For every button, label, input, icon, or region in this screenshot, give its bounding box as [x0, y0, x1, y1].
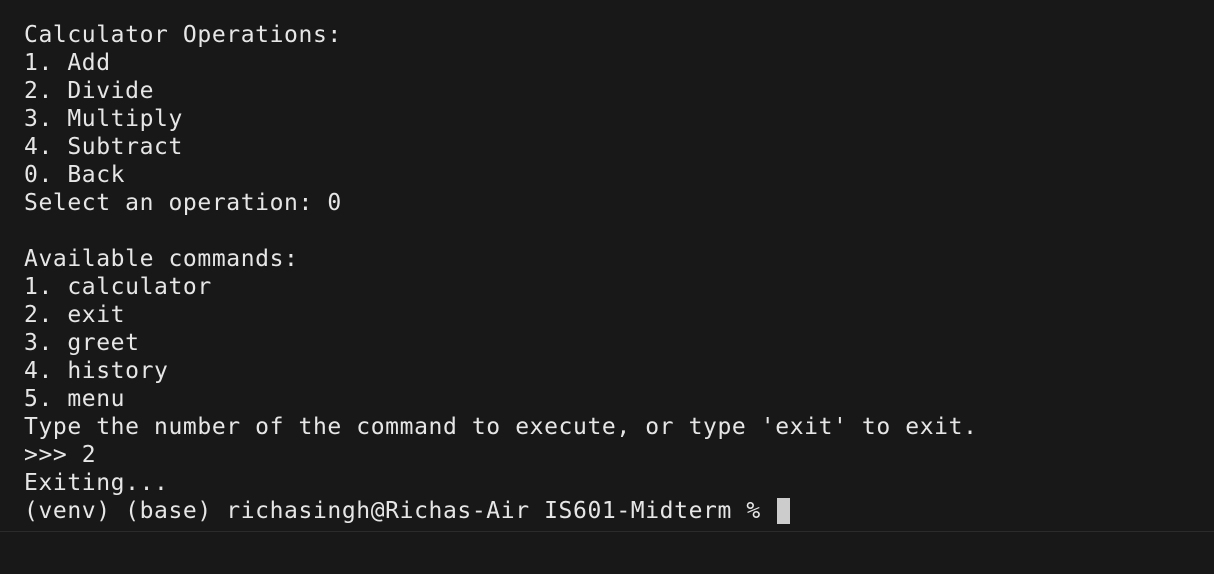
terminal-line: 3. Multiply	[24, 106, 183, 132]
terminal-line: 0. Back	[24, 162, 126, 188]
terminal-line: 1. Add	[24, 50, 111, 76]
terminal-line: >>> 2	[24, 442, 97, 468]
terminal-line: 2. Divide	[24, 78, 155, 104]
panel-divider	[0, 531, 1214, 532]
terminal-line: 4. Subtract	[24, 134, 183, 160]
terminal-line: Type the number of the command to execut…	[24, 414, 978, 440]
terminal-line: 3. greet	[24, 330, 140, 356]
terminal-line: Exiting...	[24, 470, 169, 496]
terminal-line: 1. calculator	[24, 274, 212, 300]
terminal-line: 5. menu	[24, 386, 126, 412]
terminal-line: 4. history	[24, 358, 169, 384]
shell-prompt-line[interactable]: (venv) (base) richasingh@Richas-Air IS60…	[24, 497, 978, 525]
terminal-line: 2. exit	[24, 302, 126, 328]
text-cursor	[777, 498, 791, 524]
shell-prompt: (venv) (base) richasingh@Richas-Air IS60…	[24, 498, 776, 524]
terminal-line: Available commands:	[24, 246, 299, 272]
terminal-line: Select an operation: 0	[24, 190, 342, 216]
terminal-window[interactable]: Calculator Operations: 1. Add 2. Divide …	[0, 0, 1214, 574]
terminal-output: Calculator Operations: 1. Add 2. Divide …	[24, 21, 978, 525]
terminal-line: Calculator Operations:	[24, 22, 342, 48]
